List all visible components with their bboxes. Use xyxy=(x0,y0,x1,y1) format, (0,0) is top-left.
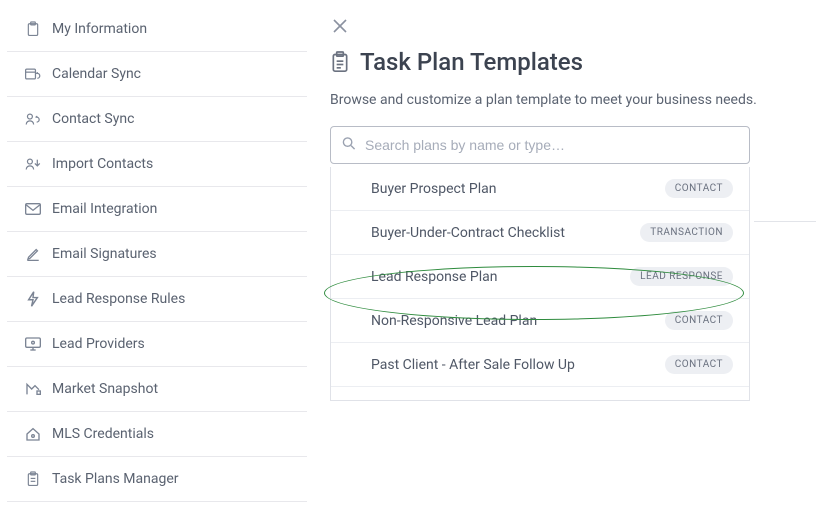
pen-icon xyxy=(25,246,41,262)
bolt-icon xyxy=(25,291,41,307)
house-key-icon xyxy=(25,426,41,442)
title-row: Task Plan Templates xyxy=(330,48,805,76)
sidebar-item-label: Lead Response Rules xyxy=(52,291,185,307)
plan-row[interactable]: Lead Response Plan LEAD RESPONSE xyxy=(331,255,749,299)
search-icon xyxy=(342,136,356,155)
sidebar-item-calendar-sync[interactable]: Calendar Sync xyxy=(7,52,307,97)
sidebar-item-label: Import Contacts xyxy=(52,156,153,172)
sidebar-item-label: Email Integration xyxy=(52,201,157,217)
sidebar-item-label: Email Signatures xyxy=(52,246,157,262)
search-input[interactable] xyxy=(330,126,750,164)
task-plans-icon xyxy=(25,471,41,487)
sidebar-item-market-snapshot[interactable]: Market Snapshot xyxy=(7,367,307,412)
sidebar-item-label: Task Plans Manager xyxy=(52,471,179,487)
plan-badge: CONTACT xyxy=(665,355,733,374)
calendar-sync-icon xyxy=(25,66,41,82)
clipboard-icon xyxy=(330,51,350,73)
plan-badge: CONTACT xyxy=(665,400,733,402)
sidebar-item-label: Contact Sync xyxy=(52,111,134,127)
sidebar-item-label: My Information xyxy=(52,21,147,37)
plan-badge: CONTACT xyxy=(665,179,733,198)
plan-name: Buyer Prospect Plan xyxy=(371,181,497,197)
sidebar-item-email-signatures[interactable]: Email Signatures xyxy=(7,232,307,277)
page-title: Task Plan Templates xyxy=(360,48,583,76)
sidebar-item-lead-providers[interactable]: Lead Providers xyxy=(7,322,307,367)
sidebar-item-import-contacts[interactable]: Import Contacts xyxy=(7,142,307,187)
plan-row[interactable]: Seller Prospect Plan CONTACT xyxy=(331,387,749,401)
sidebar-item-mls-credentials[interactable]: MLS Credentials xyxy=(7,412,307,457)
clipboard-icon xyxy=(25,21,41,37)
plan-name: Past Client - After Sale Follow Up xyxy=(371,357,575,373)
divider xyxy=(754,221,816,222)
page-subtitle: Browse and customize a plan template to … xyxy=(330,92,805,108)
plan-row[interactable]: Non-Responsive Lead Plan CONTACT xyxy=(331,299,749,343)
plan-row[interactable]: Past Client - After Sale Follow Up CONTA… xyxy=(331,343,749,387)
sidebar-item-label: MLS Credentials xyxy=(52,426,154,442)
sidebar-item-my-information[interactable]: My Information xyxy=(7,7,307,52)
import-icon xyxy=(25,156,41,172)
settings-sidebar: My Information Calendar Sync Contact Syn… xyxy=(7,7,307,504)
search-wrap xyxy=(330,126,750,164)
sidebar-item-lead-response-rules[interactable]: Lead Response Rules xyxy=(7,277,307,322)
contact-sync-icon xyxy=(25,111,41,127)
plan-name: Buyer-Under-Contract Checklist xyxy=(371,225,565,241)
plan-badge: CONTACT xyxy=(665,311,733,330)
sidebar-item-task-plans-manager[interactable]: Task Plans Manager xyxy=(7,457,307,502)
plan-badge: LEAD RESPONSE xyxy=(630,267,733,286)
plan-list[interactable]: Buyer Prospect Plan CONTACT Buyer-Under-… xyxy=(330,167,750,401)
providers-icon xyxy=(25,336,41,352)
sidebar-item-contact-sync[interactable]: Contact Sync xyxy=(7,97,307,142)
sidebar-item-email-integration[interactable]: Email Integration xyxy=(7,187,307,232)
plan-badge: TRANSACTION xyxy=(640,223,733,242)
close-icon[interactable] xyxy=(332,18,348,34)
plan-name: Lead Response Plan xyxy=(371,269,498,285)
email-icon xyxy=(25,201,41,217)
plan-row[interactable]: Buyer-Under-Contract Checklist TRANSACTI… xyxy=(331,211,749,255)
plan-row[interactable]: Buyer Prospect Plan CONTACT xyxy=(331,167,749,211)
sidebar-item-label: Market Snapshot xyxy=(52,381,158,397)
main-panel: Task Plan Templates Browse and customize… xyxy=(330,48,805,401)
plan-name: Non-Responsive Lead Plan xyxy=(371,313,537,329)
sidebar-item-label: Calendar Sync xyxy=(52,66,141,82)
sidebar-item-label: Lead Providers xyxy=(52,336,145,352)
snapshot-icon xyxy=(25,381,41,397)
